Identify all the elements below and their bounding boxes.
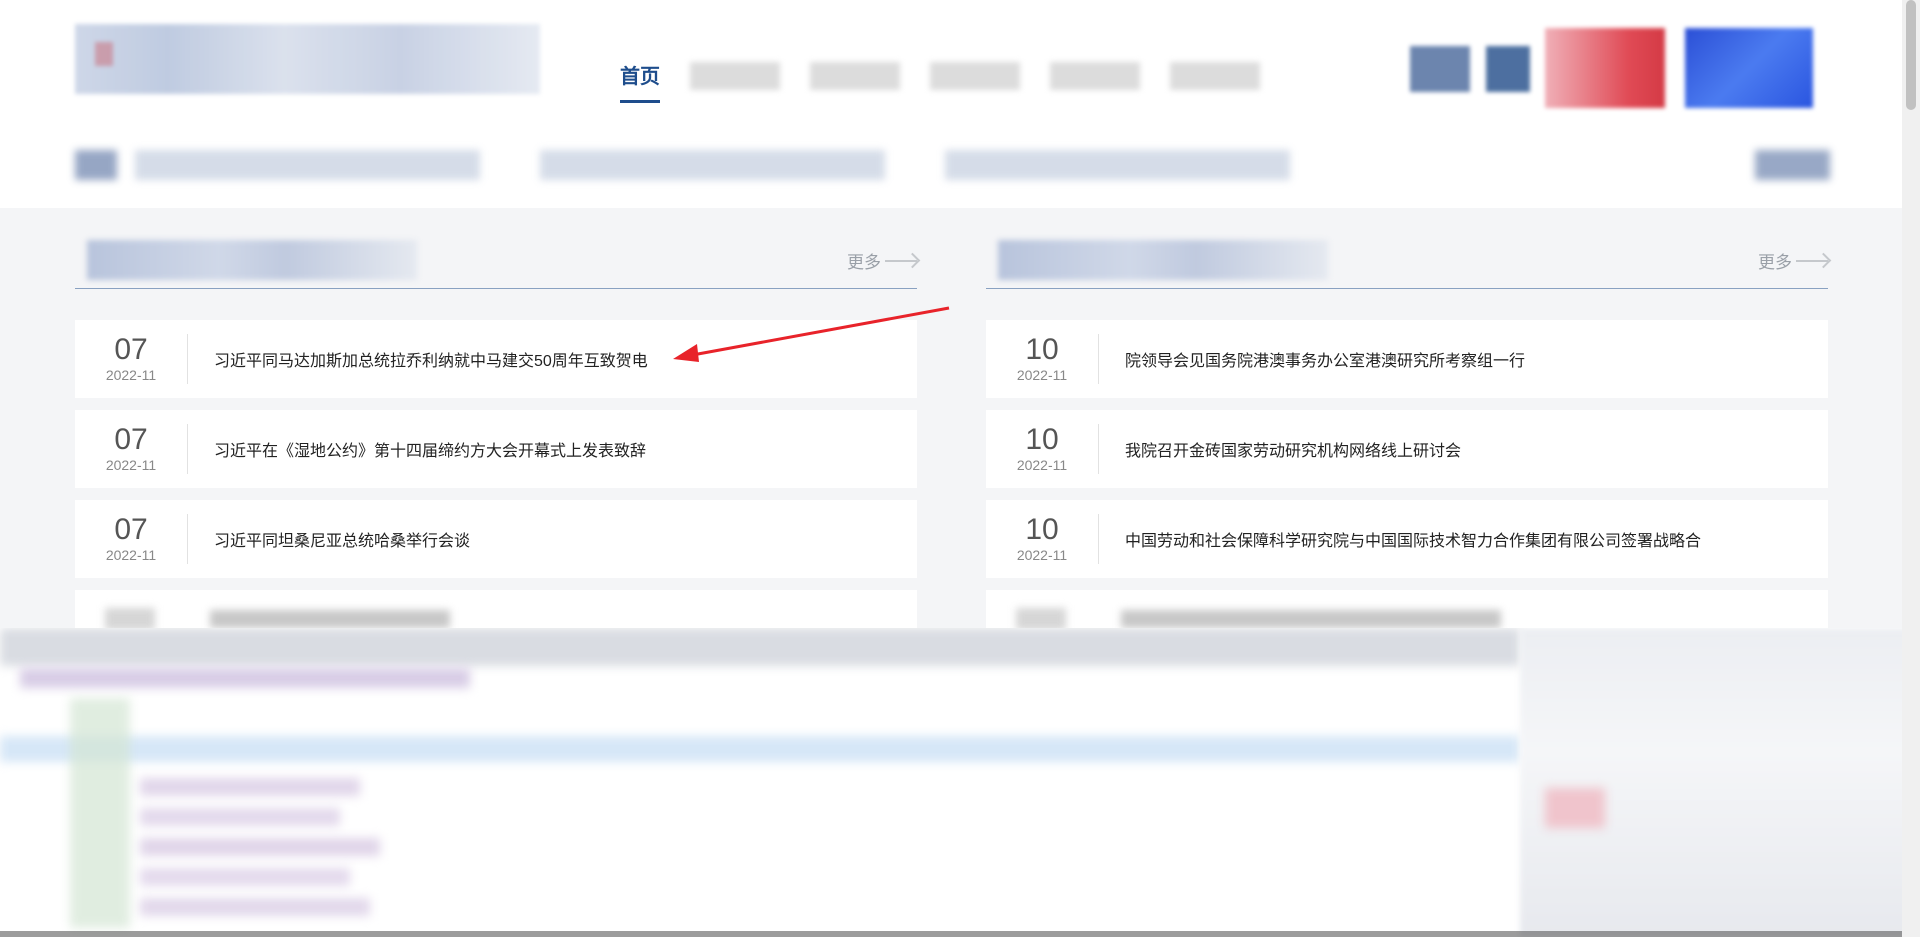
bottom-edge: [0, 931, 1920, 937]
header-icon-blurred[interactable]: [1486, 46, 1530, 92]
panel-title-blurred: [87, 240, 417, 280]
nav-item-blurred[interactable]: [1050, 62, 1140, 90]
news-day: 07: [114, 333, 148, 366]
news-day: 10: [1025, 423, 1059, 456]
news-day: 10: [1025, 513, 1059, 546]
blurred-thumbnail: [1545, 788, 1605, 828]
news-year-month: 2022-11: [1016, 457, 1068, 473]
news-item-partial[interactable]: [986, 590, 1828, 630]
news-year-month: 2022-11: [105, 367, 157, 383]
arrow-right-icon: [1796, 259, 1828, 262]
news-date: 07 2022-11: [75, 424, 188, 474]
news-date: 07 2022-11: [75, 514, 188, 564]
site-logo[interactable]: [75, 24, 540, 94]
lower-content-blurred: [0, 628, 1920, 937]
news-day: 07: [114, 513, 148, 546]
news-day: 10: [1025, 333, 1059, 366]
news-year-month: 2022-11: [1016, 547, 1068, 563]
news-list: 07 2022-11 习近平同马达加斯加总统拉乔利纳就中马建交50周年互致贺电 …: [75, 320, 917, 642]
subbar-icon: [75, 150, 117, 180]
blurred-column: [70, 698, 130, 928]
arrow-right-icon: [885, 259, 917, 262]
news-item[interactable]: 10 2022-11 中国劳动和社会保障科学研究院与中国国际技术智力合作集团有限…: [986, 500, 1828, 578]
news-title[interactable]: 中国劳动和社会保障科学研究院与中国国际技术智力合作集团有限公司签署战略合: [1099, 527, 1701, 551]
news-panel-left: 更多 07 2022-11 习近平同马达加斯加总统拉乔利纳就中马建交50周年互致…: [75, 228, 917, 630]
page-scrollbar[interactable]: [1902, 0, 1920, 937]
news-date: 10 2022-11: [986, 514, 1099, 564]
news-date: 07 2022-11: [75, 334, 188, 384]
news-year-month: 2022-11: [105, 547, 157, 563]
more-link[interactable]: 更多: [847, 248, 917, 273]
subbar-icon[interactable]: [1755, 150, 1830, 180]
news-year-month: 2022-11: [105, 457, 157, 473]
nav-item-blurred[interactable]: [930, 62, 1020, 90]
news-item[interactable]: 10 2022-11 院领导会见国务院港澳事务办公室港澳研究所考察组一行: [986, 320, 1828, 398]
news-item[interactable]: 07 2022-11 习近平同坦桑尼亚总统哈桑举行会谈: [75, 500, 917, 578]
nav-item-blurred[interactable]: [1170, 62, 1260, 90]
blurred-side-panel: [1520, 628, 1920, 937]
panel-divider: [986, 288, 1828, 289]
news-day: 07: [114, 423, 148, 456]
nav-item-home-label: 首页: [620, 66, 660, 88]
nav-item-blurred[interactable]: [810, 62, 900, 90]
header-icon-blurred[interactable]: [1410, 46, 1470, 92]
blurred-toolbar: [0, 628, 1520, 666]
subbar-link-blurred[interactable]: [540, 150, 885, 180]
header-button-blue[interactable]: [1685, 28, 1813, 108]
panel-divider: [75, 288, 917, 289]
panel-header: 更多: [986, 228, 1828, 290]
panel-header: 更多: [75, 228, 917, 290]
news-title[interactable]: 习近平在《湿地公约》第十四届缔约方大会开幕式上发表致辞: [188, 437, 646, 461]
news-year-month: 2022-11: [1016, 367, 1068, 383]
news-date: 10 2022-11: [986, 424, 1099, 474]
scrollbar-thumb[interactable]: [1906, 0, 1916, 110]
blurred-band: [0, 736, 1520, 762]
panel-title-blurred: [998, 240, 1328, 280]
news-title[interactable]: 习近平同坦桑尼亚总统哈桑举行会谈: [188, 527, 470, 551]
news-title[interactable]: 习近平同马达加斯加总统拉乔利纳就中马建交50周年互致贺电: [188, 347, 648, 371]
news-panel-right: 更多 10 2022-11 院领导会见国务院港澳事务办公室港澳研究所考察组一行 …: [986, 228, 1828, 630]
news-title[interactable]: 院领导会见国务院港澳事务办公室港澳研究所考察组一行: [1099, 347, 1525, 371]
subbar-link-blurred[interactable]: [945, 150, 1290, 180]
news-date: 10 2022-11: [986, 334, 1099, 384]
more-link[interactable]: 更多: [1758, 248, 1828, 273]
nav-item-blurred[interactable]: [690, 62, 780, 90]
blurred-row: [140, 778, 360, 796]
subbar-link-blurred[interactable]: [135, 150, 480, 180]
annotation-arrow-icon: [673, 306, 950, 362]
news-item[interactable]: 07 2022-11 习近平在《湿地公约》第十四届缔约方大会开幕式上发表致辞: [75, 410, 917, 488]
more-label: 更多: [847, 253, 881, 272]
news-item[interactable]: 10 2022-11 我院召开金砖国家劳动研究机构网络线上研讨会: [986, 410, 1828, 488]
header-button-red[interactable]: [1545, 28, 1665, 108]
news-title[interactable]: 我院召开金砖国家劳动研究机构网络线上研讨会: [1099, 437, 1461, 461]
blurred-row: [140, 898, 370, 916]
news-title-blurred: [210, 610, 450, 628]
blurred-row: [140, 808, 340, 826]
blurred-row: [140, 868, 350, 886]
news-date-blurred: [1016, 608, 1066, 630]
blurred-row: [140, 838, 380, 856]
news-title-blurred: [1121, 610, 1501, 628]
news-date-blurred: [105, 608, 155, 630]
news-list: 10 2022-11 院领导会见国务院港澳事务办公室港澳研究所考察组一行 10 …: [986, 320, 1828, 642]
blurred-row: [20, 668, 470, 688]
news-item-partial[interactable]: [75, 590, 917, 630]
more-label: 更多: [1758, 253, 1792, 272]
